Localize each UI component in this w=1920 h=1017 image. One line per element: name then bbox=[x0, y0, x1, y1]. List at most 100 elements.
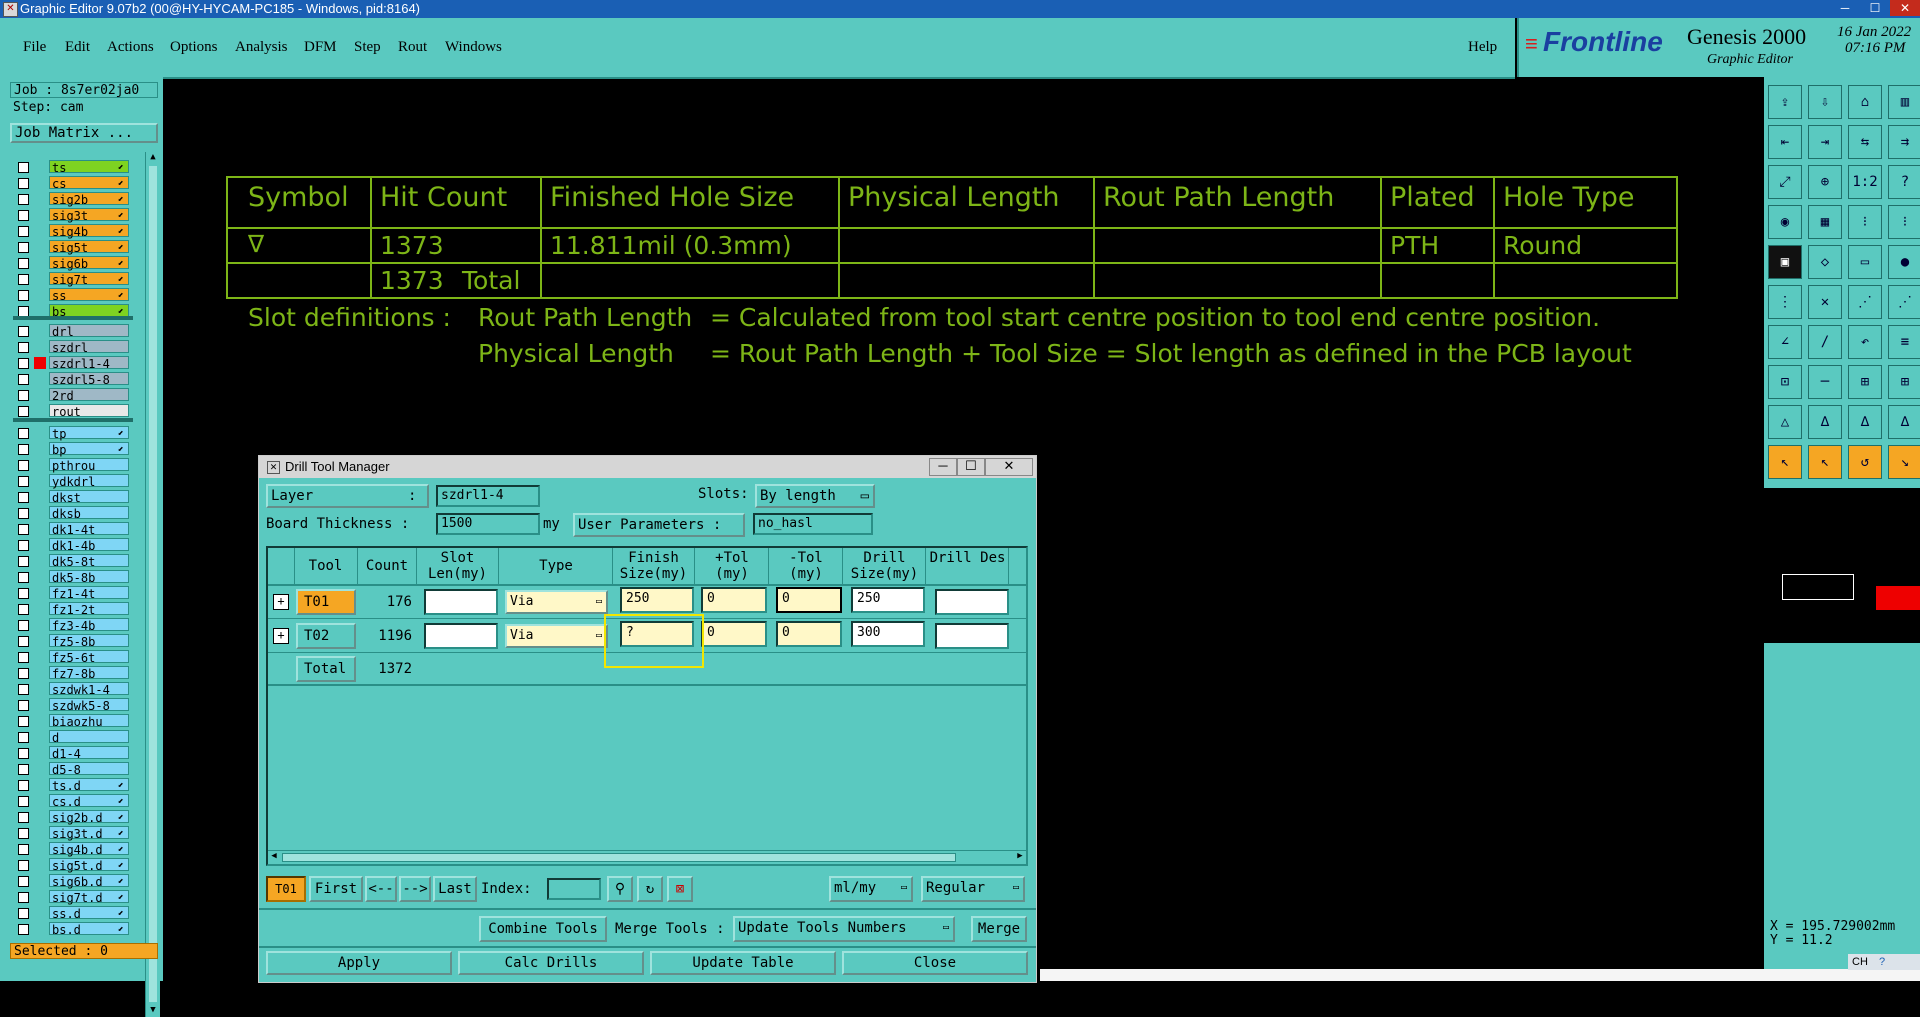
layer-name[interactable]: drl bbox=[49, 324, 129, 339]
frame-icon[interactable]: ⊡ bbox=[1768, 365, 1802, 399]
drill-des-input[interactable] bbox=[935, 589, 1009, 615]
layer-name[interactable]: rout bbox=[49, 404, 129, 419]
layer-name[interactable]: sig2b ⬋ bbox=[49, 192, 129, 207]
layer-name[interactable]: dk5-8b bbox=[49, 570, 129, 585]
layer-name[interactable]: biaozhu bbox=[49, 714, 129, 729]
mode-dropdown[interactable]: Regular ▭ bbox=[921, 876, 1025, 902]
layer-name[interactable]: tp ⬋ bbox=[49, 426, 129, 441]
menu-windows[interactable]: Windows bbox=[445, 39, 502, 56]
layer-name[interactable]: ts ⬋ bbox=[49, 160, 129, 175]
layer-checkbox[interactable] bbox=[18, 290, 29, 301]
layer-row[interactable]: szdwk5-8 bbox=[18, 698, 132, 713]
menu-options[interactable]: Options bbox=[170, 39, 218, 56]
layer-checkbox[interactable] bbox=[18, 326, 29, 337]
dialog-minimize-icon[interactable]: ─ bbox=[929, 458, 957, 476]
first-button[interactable]: First bbox=[309, 876, 363, 902]
layer-row[interactable]: ydkdrl bbox=[18, 474, 132, 489]
zoom-left-icon[interactable]: ⇤ bbox=[1768, 125, 1802, 159]
menu-rout[interactable]: Rout bbox=[398, 39, 427, 56]
layer-checkbox[interactable] bbox=[18, 588, 29, 599]
layer-row[interactable]: szdwk1-4 bbox=[18, 682, 132, 697]
layer-name[interactable]: fz1-4t bbox=[49, 586, 129, 601]
layer-row[interactable]: ts.d ⬋ bbox=[18, 778, 132, 793]
layer-row[interactable]: d bbox=[18, 730, 132, 745]
save-icon[interactable]: ⇩ bbox=[1808, 85, 1842, 119]
merge-button[interactable]: Merge bbox=[971, 916, 1027, 942]
maximize-icon[interactable]: ☐ bbox=[1860, 0, 1890, 16]
layer-name[interactable]: dk1-4b bbox=[49, 538, 129, 553]
drill-size-input[interactable]: 250 bbox=[851, 587, 925, 613]
open-icon[interactable]: ⇪ bbox=[1768, 85, 1802, 119]
layer-checkbox[interactable] bbox=[18, 194, 29, 205]
menu-file[interactable]: File bbox=[23, 39, 46, 56]
layer-row[interactable]: fz7-8b bbox=[18, 666, 132, 681]
layer-checkbox[interactable] bbox=[18, 572, 29, 583]
layer-name[interactable]: d1-4 bbox=[49, 746, 129, 761]
grid-icon[interactable]: ▦ bbox=[1808, 205, 1842, 239]
layer-checkbox[interactable] bbox=[18, 226, 29, 237]
select-box-icon[interactable]: ▣ bbox=[1768, 245, 1802, 279]
layer-row[interactable]: biaozhu bbox=[18, 714, 132, 729]
prev-button[interactable]: <-- bbox=[365, 876, 397, 902]
layer-row[interactable]: sig7t.d ⬋ bbox=[18, 890, 132, 905]
layer-row[interactable]: szdrl1-4 bbox=[18, 356, 132, 371]
layer-name[interactable]: szdrl bbox=[49, 340, 129, 355]
layer-row[interactable]: fz3-4b bbox=[18, 618, 132, 633]
layer-name[interactable]: d bbox=[49, 730, 129, 745]
layer-name[interactable]: fz1-2t bbox=[49, 602, 129, 617]
help-icon[interactable]: ? bbox=[1888, 165, 1920, 199]
layer-name[interactable]: sig3t ⬋ bbox=[49, 208, 129, 223]
layer-row[interactable]: sig2b.d ⬋ bbox=[18, 810, 132, 825]
layer-name[interactable]: ydkdrl bbox=[49, 474, 129, 489]
undo-icon[interactable]: ↶ bbox=[1848, 325, 1882, 359]
expand-icon[interactable]: + bbox=[273, 594, 289, 610]
angle-icon[interactable]: ∠ bbox=[1768, 325, 1802, 359]
tool-t01-button[interactable]: T01 bbox=[296, 589, 356, 615]
points-icon[interactable]: ⋮ bbox=[1768, 285, 1802, 319]
layer-row[interactable]: fz1-4t bbox=[18, 586, 132, 601]
layer-checkbox[interactable] bbox=[18, 748, 29, 759]
plus-tol-input[interactable]: 0 bbox=[701, 587, 767, 613]
layer-checkbox[interactable] bbox=[18, 636, 29, 647]
layer-name[interactable]: sig5t.d ⬋ bbox=[49, 858, 129, 873]
next-button[interactable]: --> bbox=[399, 876, 431, 902]
pad-icon[interactable]: ● bbox=[1888, 245, 1920, 279]
layer-checkbox[interactable] bbox=[18, 652, 29, 663]
layer-name[interactable]: ts.d ⬋ bbox=[49, 778, 129, 793]
drill-size-input[interactable]: 300 bbox=[851, 621, 925, 647]
layer-row[interactable]: sig2b ⬋ bbox=[18, 192, 132, 207]
grid-plus-alt-icon[interactable]: ⊞ bbox=[1888, 365, 1920, 399]
triangle-icon[interactable]: △ bbox=[1768, 405, 1802, 439]
merge-mode-dropdown[interactable]: Update Tools Numbers ▭ bbox=[733, 916, 955, 942]
layer-name[interactable]: dksb bbox=[49, 506, 129, 521]
layer-row[interactable]: sig4b ⬋ bbox=[18, 224, 132, 239]
delta-alt-icon[interactable]: ∆ bbox=[1848, 405, 1882, 439]
scroll-right-icon[interactable]: ▶ bbox=[1014, 851, 1026, 861]
delta-icon[interactable]: ∆ bbox=[1808, 405, 1842, 439]
layer-name[interactable]: pthrou bbox=[49, 458, 129, 473]
menu-analysis[interactable]: Analysis bbox=[235, 39, 288, 56]
tool-t02-button[interactable]: T02 bbox=[296, 623, 356, 649]
layer-row[interactable]: dk1-4b bbox=[18, 538, 132, 553]
layer-checkbox[interactable] bbox=[18, 476, 29, 487]
layer-row[interactable]: sig6b ⬋ bbox=[18, 256, 132, 271]
dash-icon[interactable]: ─ bbox=[1808, 365, 1842, 399]
total-button[interactable]: Total bbox=[296, 656, 356, 682]
layer-checkbox[interactable] bbox=[18, 178, 29, 189]
pointer-icon[interactable]: ↖ bbox=[1768, 445, 1802, 479]
layer-name[interactable]: fz5-8b bbox=[49, 634, 129, 649]
delta-alt2-icon[interactable]: ∆ bbox=[1888, 405, 1920, 439]
close-icon[interactable]: ✕ bbox=[1890, 0, 1920, 16]
layer-name[interactable]: sig2b.d ⬋ bbox=[49, 810, 129, 825]
layer-checkbox[interactable] bbox=[18, 556, 29, 567]
layer-row[interactable]: ss ⬋ bbox=[18, 288, 132, 303]
layer-checkbox[interactable] bbox=[18, 716, 29, 727]
layer-checkbox[interactable] bbox=[18, 732, 29, 743]
layer-name[interactable]: cs ⬋ bbox=[49, 176, 129, 191]
layer-name[interactable]: cs.d ⬋ bbox=[49, 794, 129, 809]
layer-checkbox[interactable] bbox=[18, 540, 29, 551]
drill-des-input[interactable] bbox=[935, 623, 1009, 649]
layer-name[interactable]: sig5t ⬋ bbox=[49, 240, 129, 255]
layer-name[interactable]: szdrl1-4 bbox=[49, 356, 129, 371]
help-icon[interactable]: ? bbox=[1879, 956, 1885, 968]
